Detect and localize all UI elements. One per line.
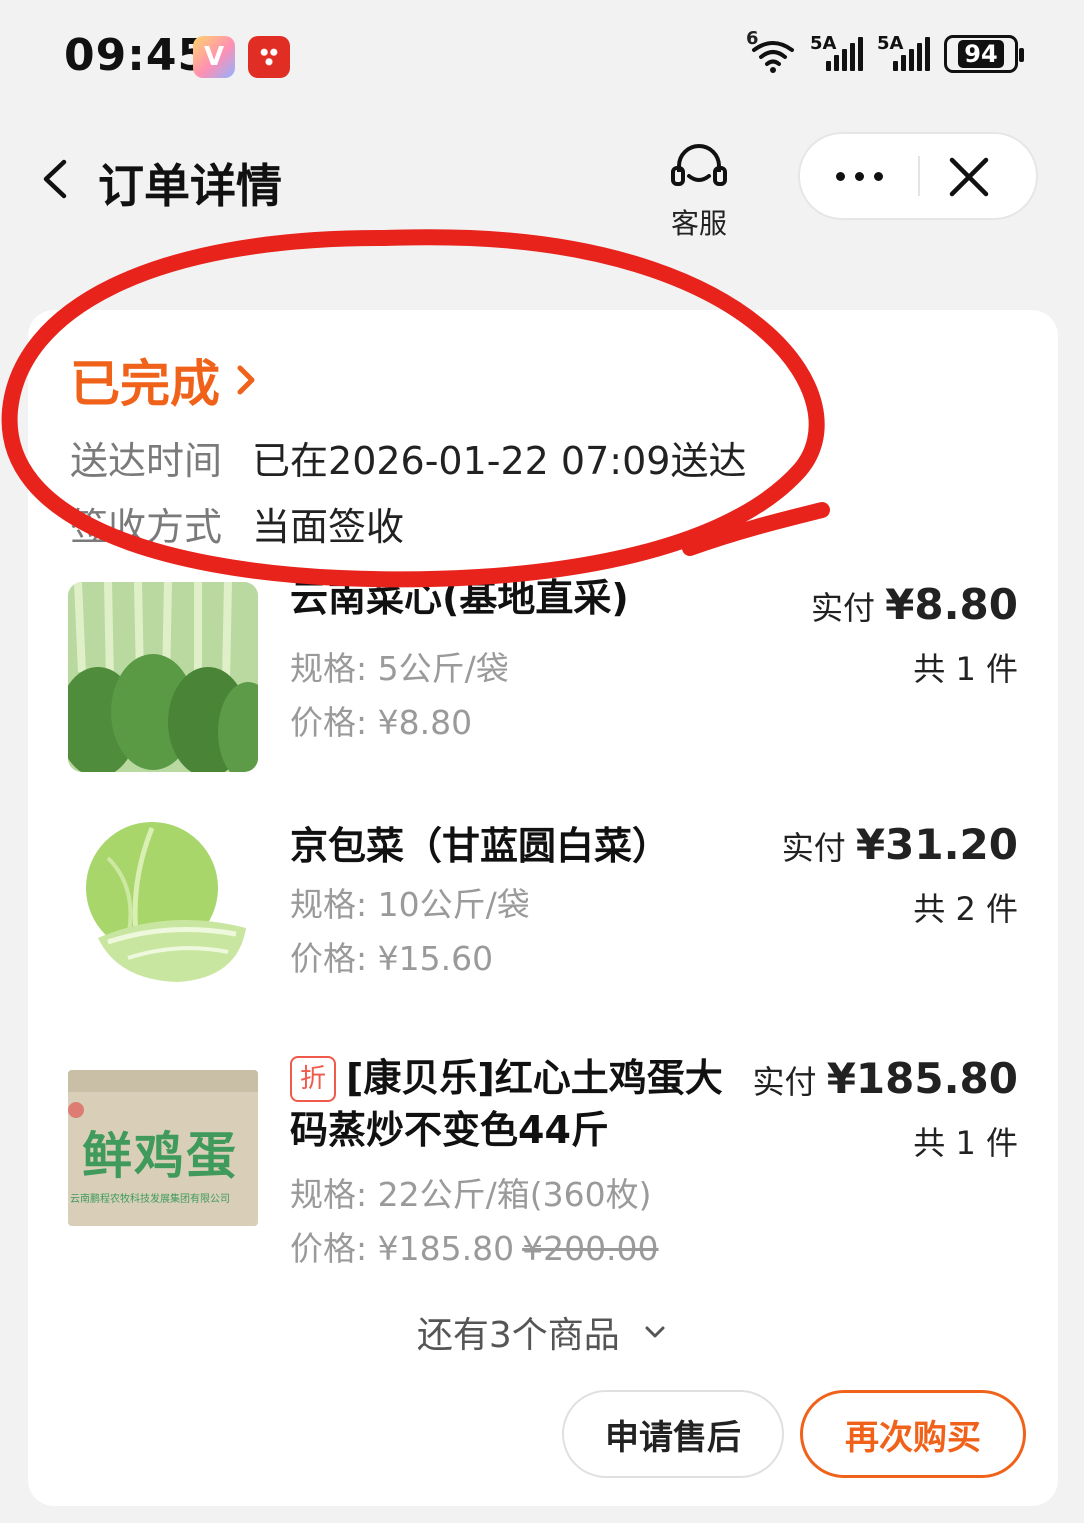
product-price: 价格: ¥185.80 ¥200.00	[290, 1229, 659, 1268]
buy-again-button[interactable]: 再次购买	[800, 1390, 1026, 1478]
nav-bar: 订单详情 客服	[0, 120, 1084, 240]
order-status-link[interactable]: 已完成	[70, 344, 260, 416]
signal-sim2-icon: 5A	[877, 33, 930, 71]
pinduoduo-icon	[248, 36, 290, 78]
paid-amount: 实付 ¥8.80	[810, 580, 1018, 629]
clock: 09:45	[64, 30, 210, 81]
show-more-items[interactable]: 还有3个商品	[28, 1306, 1058, 1358]
product-quantity: 共 1 件	[913, 650, 1018, 688]
egg-box-print: 鲜鸡蛋	[82, 1127, 238, 1185]
order-status: 已完成	[70, 355, 220, 413]
order-item[interactable]: 云南菜心(基地直采) 规格: 5公斤/袋 价格: ¥8.80 实付 ¥8.80 …	[68, 576, 1018, 782]
page-title: 订单详情	[98, 159, 282, 213]
delivery-time-value: 已在2026-01-22 07:09送达	[252, 439, 747, 483]
more-dot-icon	[854, 171, 864, 181]
battery-icon: 94	[944, 35, 1024, 73]
status-bar: 09:45 V 6 5A 5A 94	[0, 0, 1084, 110]
mini-program-capsule	[798, 132, 1038, 220]
close-icon	[949, 157, 989, 197]
back-button[interactable]	[34, 156, 80, 202]
delivery-time-row: 送达时间 已在2026-01-22 07:09送达	[70, 430, 746, 485]
product-name: 京包菜（甘蓝圆白菜）	[290, 824, 671, 868]
customer-service-button[interactable]: 客服	[664, 142, 734, 242]
chevron-down-icon	[645, 1326, 665, 1338]
product-name: 折 [康贝乐]红心土鸡蛋大码蒸炒不变色44斤	[290, 1056, 723, 1152]
more-button[interactable]	[800, 134, 918, 218]
original-price: ¥200.00	[522, 1229, 659, 1268]
order-item[interactable]: 京包菜（甘蓝圆白菜） 规格: 10公斤/袋 价格: ¥15.60 实付 ¥31.…	[68, 818, 1018, 1018]
sign-method-value: 当面签收	[252, 505, 405, 549]
product-spec: 规格: 5公斤/袋	[290, 649, 509, 688]
app-v-icon: V	[193, 36, 235, 78]
product-image-choy-sum	[68, 582, 258, 772]
product-quantity: 共 1 件	[913, 1124, 1018, 1162]
system-icons: 6 5A 5A 94	[746, 28, 1024, 74]
product-spec: 规格: 10公斤/袋	[290, 885, 530, 924]
chevron-left-icon	[43, 159, 67, 199]
product-image-eggs: 鲜鸡蛋 云南鹏程农牧科技发展集团有限公司	[68, 1070, 258, 1226]
egg-box-subprint: 云南鹏程农牧科技发展集团有限公司	[70, 1194, 230, 1205]
close-button[interactable]	[940, 148, 998, 206]
delivery-time-label: 送达时间	[70, 439, 223, 483]
discount-badge: 折	[290, 1056, 336, 1102]
product-price: 价格: ¥8.80	[290, 703, 473, 742]
product-image-cabbage	[68, 818, 258, 1008]
after-sales-button[interactable]: 申请售后	[562, 1390, 784, 1478]
battery-level: 94	[958, 40, 1004, 68]
customer-service-label: 客服	[670, 207, 727, 240]
more-dot-icon	[873, 171, 883, 181]
paid-amount: 实付 ¥31.20	[781, 820, 1018, 869]
product-quantity: 共 2 件	[913, 890, 1018, 928]
product-spec: 规格: 22公斤/箱(360枚)	[290, 1175, 652, 1214]
product-name: 云南菜心(基地直采)	[290, 576, 629, 620]
wifi-icon: 6	[746, 28, 796, 74]
show-more-label: 还有3个商品	[416, 1315, 620, 1356]
order-card: 已完成 送达时间 已在2026-01-22 07:09送达 签收方式 当面签收 …	[28, 310, 1058, 1506]
sign-method-row: 签收方式 当面签收	[70, 496, 404, 551]
capsule-divider	[918, 156, 920, 196]
order-item[interactable]: 鲜鸡蛋 云南鹏程农牧科技发展集团有限公司 折 [康贝乐]红心土鸡蛋大码蒸炒不变色4…	[68, 1054, 1018, 1284]
paid-amount: 实付 ¥185.80	[752, 1054, 1018, 1103]
headset-icon	[671, 144, 727, 186]
chevron-right-icon	[237, 365, 255, 395]
signal-sim1-icon: 5A	[810, 33, 863, 71]
more-dot-icon	[835, 171, 845, 181]
sign-method-label: 签收方式	[70, 505, 223, 549]
product-price: 价格: ¥15.60	[290, 939, 494, 978]
